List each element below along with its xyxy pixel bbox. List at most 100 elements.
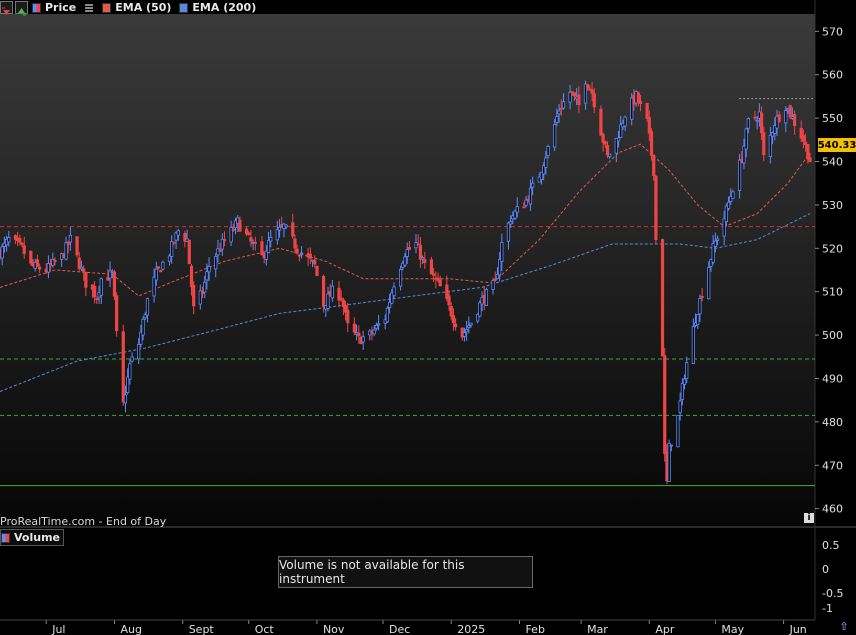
candle-body-248 [759,112,764,134]
scroll-up-icon[interactable]: ⇧ [836,620,852,634]
candle-body-211 [647,117,651,134]
candle-body-154 [469,322,473,326]
candle-body-103 [313,260,317,265]
candle-body-222 [680,383,684,400]
candle-body-56 [170,241,174,257]
candle-body-44 [130,356,134,362]
arrow-up-icon[interactable] [15,1,28,16]
y-tick-label-520: 520 [822,242,843,255]
candle-body-70 [214,256,218,270]
candle-body-250 [768,134,772,157]
candle-body-244 [746,118,750,129]
candle-body-198 [605,145,610,156]
candle-body-182 [557,110,561,115]
candle-body-104 [315,265,319,276]
candle-body-151 [462,332,467,337]
candle-body-170 [522,206,526,209]
candle-body-216 [663,355,667,454]
candle-body-261 [801,135,805,142]
candle-body-133 [405,249,409,257]
candle-body-134 [407,247,412,250]
candle-body-57 [172,241,176,244]
candle-body-141 [432,273,436,276]
legend-ema200[interactable]: EMA (200) [179,1,256,14]
candle-body-47 [141,318,145,336]
candle-body-29 [84,271,88,288]
candle-body-122 [372,329,376,335]
candle-body-194 [592,93,596,108]
candle-body-255 [784,110,788,124]
candle-body-8 [20,242,24,245]
candle-body-153 [467,325,471,328]
candle-body-227 [696,314,700,326]
x-tick-label-11: Jun [789,623,807,635]
candle-body-67 [203,281,207,293]
candle-body-32 [95,298,99,301]
candle-body-144 [438,279,442,287]
candle-body-147 [449,306,453,317]
candle-body-140 [429,259,434,275]
y-tick-label-480: 480 [822,416,843,429]
candle-body-68 [205,271,209,281]
candle-body-52 [156,266,161,269]
candle-body-130 [398,269,403,287]
x-tick-label-4: Nov [323,623,345,635]
candle-body-1 [0,246,4,259]
candle-body-82 [249,237,253,242]
legend-ema50[interactable]: EMA (50) [102,1,171,14]
candle-body-197 [603,141,607,145]
arrow-down-icon[interactable] [0,1,13,15]
legend-ema200-label: EMA (200) [192,1,257,14]
x-tick-label-1: Aug [120,623,141,635]
candle-body-219 [669,444,673,447]
candle-body-259 [792,114,797,126]
candle-body-38 [112,271,117,297]
candle-body-173 [528,187,533,205]
volume-tick-label-2: -0.5 [822,587,843,600]
candle-body-245 [753,116,757,119]
candle-body-90 [275,229,279,241]
candle-body-62 [187,239,191,265]
candle-body-228 [698,298,702,315]
candle-body-229 [700,295,704,298]
legend-ema50-label: EMA (50) [115,1,172,14]
list-icon[interactable] [84,3,94,13]
volume-legend[interactable]: Volume [0,529,64,546]
candle-body-246 [755,119,759,122]
y-tick-label-540: 540 [822,156,843,169]
x-tick-label-10: May [721,623,744,635]
candle-body-76 [231,228,235,231]
candle-body-136 [416,243,420,246]
candle-body-101 [308,253,312,259]
candle-body-45 [137,343,141,360]
x-tick-label-9: Apr [655,623,675,635]
candle-body-169 [515,206,519,213]
x-tick-label-8: Mar [587,623,608,635]
candle-body-111 [339,297,343,300]
candle-body-212 [649,131,654,156]
candle-body-96 [293,238,297,249]
candle-body-74 [222,239,227,242]
info-icon[interactable]: i [804,513,814,523]
candle-body-124 [376,323,381,326]
y-tick-label-500: 500 [822,329,843,342]
price-swatch [32,2,41,13]
candle-body-178 [544,157,548,168]
y-tick-label-470: 470 [822,459,843,472]
candle-body-164 [500,242,504,262]
candle-body-94 [284,224,288,228]
y-tick-label-530: 530 [822,199,843,212]
y-tick-label-490: 490 [822,372,843,385]
legend-price[interactable]: Price [32,1,76,14]
candle-body-160 [491,280,495,291]
price-chart[interactable]: 460 470 480 490 500 510 520 530 540 550 560 570 Jul… [0,0,856,635]
candle-body-105 [321,276,326,307]
candle-body-129 [392,286,396,297]
candle-body-138 [421,257,425,260]
candle-body-95 [291,222,295,237]
candle-body-181 [555,116,559,123]
candle-body-97 [295,248,299,253]
candle-body-191 [586,84,590,89]
candle-body-23 [66,241,70,245]
candle-body-201 [616,137,621,142]
